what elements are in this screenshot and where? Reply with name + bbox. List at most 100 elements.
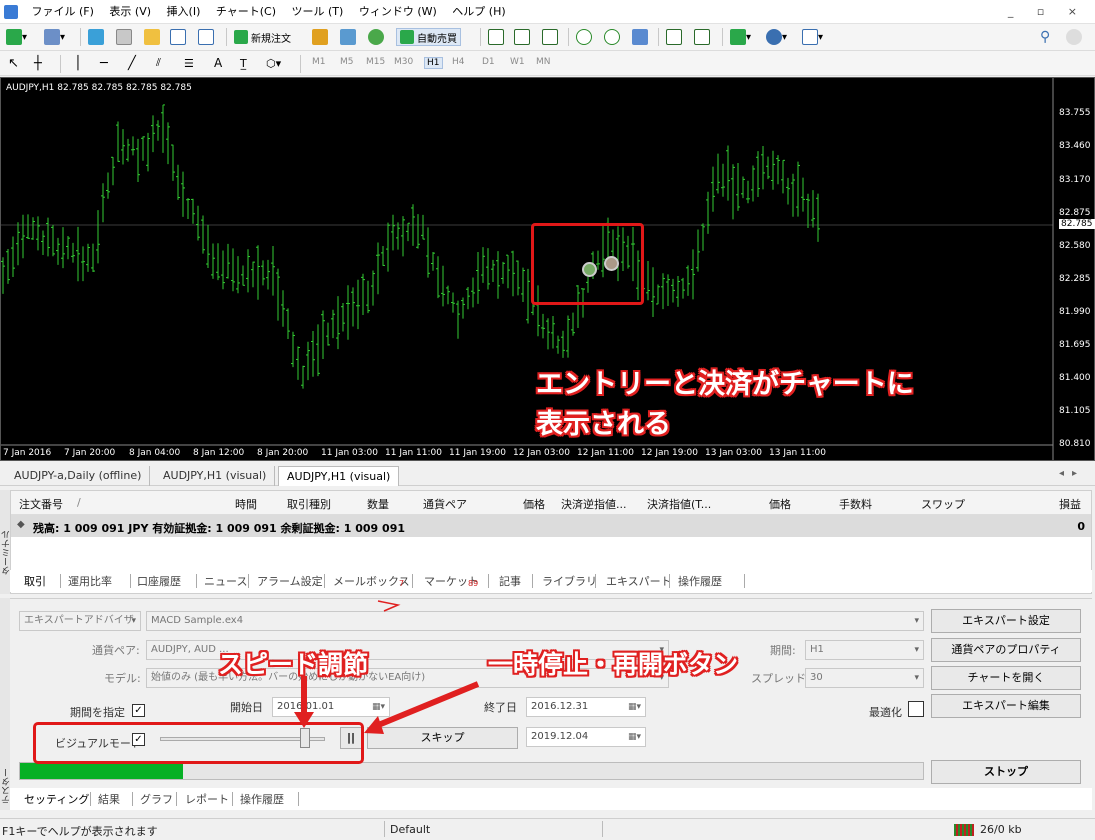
chat-icon[interactable] [1066,28,1082,46]
end-date-field[interactable]: 2016.12.31 ▦▾ [526,697,646,717]
expert-settings-button[interactable]: エキスパート設定 [931,609,1081,633]
skip-button[interactable]: スキップ [367,727,518,749]
auto-trade-button[interactable]: 自動売買 [396,28,461,46]
line-chart-icon[interactable] [542,28,558,46]
stop-button[interactable]: ストップ [931,760,1081,784]
skip-date-field[interactable]: 2019.12.04 ▦▾ [526,727,646,747]
menu-help[interactable]: ヘルプ (H) [446,0,511,24]
col-order[interactable]: 注文番号 [19,496,63,512]
tf-d1[interactable]: D1 [482,57,495,67]
tab-exposure[interactable]: 運用比率 [68,573,112,589]
data-window-icon[interactable] [116,28,132,46]
tab-audjpy-h1-visual-active[interactable]: AUDJPY,H1 (visual) [278,466,400,486]
cursor-icon[interactable]: ↖ [8,54,19,72]
profiles-icon[interactable]: ▾ [44,28,65,46]
navigator-icon[interactable] [144,28,160,46]
tab-results[interactable]: 結果 [98,791,120,807]
tab-settings[interactable]: セッティング [24,791,89,807]
tab-audjpy-daily[interactable]: AUDJPY-a,Daily (offline) [6,466,151,486]
col-profit[interactable]: 損益 [1059,496,1081,512]
vertical-line-icon[interactable]: │ [74,54,82,72]
col-tp[interactable]: 決済指値(T... [647,496,711,512]
col-price2[interactable]: 価格 [769,496,791,512]
minimize-button[interactable]: _ [1008,5,1024,18]
menu-window[interactable]: ウィンドウ (W) [353,0,443,24]
expert-edit-button[interactable]: エキスパート編集 [931,694,1081,718]
col-volume[interactable]: 数量 [367,496,389,512]
zoom-in-icon[interactable] [576,28,592,46]
calendar-icon[interactable]: ▦▾ [372,698,385,716]
bar-chart-icon[interactable] [488,28,504,46]
candle-chart-icon[interactable] [514,28,530,46]
market-watch-icon[interactable] [88,28,104,46]
indicators-icon[interactable]: ▾ [730,28,751,46]
signals-icon[interactable] [368,28,384,46]
col-time[interactable]: 時間 [235,496,257,512]
tester-type-select[interactable]: エキスパートアドバイザ ▾ [19,611,141,631]
tf-m5[interactable]: M5 [340,57,354,67]
start-date-field[interactable]: 2016.01.01 ▦▾ [272,697,390,717]
tab-audjpy-h1-visual[interactable]: AUDJPY,H1 (visual) [155,466,276,486]
symbol-properties-button[interactable]: 通貨ペアのプロパティ [931,638,1081,662]
calendar-icon[interactable]: ▦▾ [628,698,641,716]
tab-alerts[interactable]: アラーム設定 [257,573,323,589]
col-sl[interactable]: 決済逆指値... [561,496,627,512]
tab-journal[interactable]: 操作履歴 [240,791,284,807]
fibonacci-icon[interactable]: ☰ [184,54,194,72]
col-swap[interactable]: スワップ [921,496,965,512]
tab-news[interactable]: ニュース [204,573,247,589]
tab-trade[interactable]: 取引 [24,573,46,589]
tf-m1[interactable]: M1 [312,57,326,67]
chart-shift-icon[interactable] [666,28,682,46]
period-select[interactable]: H1 ▾ [805,640,924,660]
search-icon[interactable]: ⚲ [1040,28,1050,46]
tab-journal[interactable]: 操作履歴 [678,573,722,589]
tf-mn[interactable]: MN [536,57,551,67]
shapes-icon[interactable]: ⬡▾ [266,54,281,72]
tab-articles[interactable]: 記事 [499,573,521,589]
tab-report[interactable]: レポート [185,791,229,807]
col-price[interactable]: 価格 [523,496,545,512]
autoscroll-icon[interactable] [694,28,710,46]
menu-file[interactable]: ファイル (F) [26,0,100,24]
menu-insert[interactable]: 挿入(I) [161,0,207,24]
new-chart-icon[interactable]: ▾ [6,28,27,46]
menu-chart[interactable]: チャート(C) [210,0,282,24]
open-chart-button[interactable]: チャートを開く [931,666,1081,690]
menu-tools[interactable]: ツール (T) [286,0,350,24]
tab-experts[interactable]: エキスパート [606,573,672,589]
col-commission[interactable]: 手数料 [839,496,872,512]
close-button[interactable]: × [1068,5,1087,18]
tf-h4[interactable]: H4 [452,57,465,67]
tf-m30[interactable]: M30 [394,57,413,67]
col-symbol[interactable]: 通貨ペア [423,496,467,512]
terminal-icon[interactable] [170,28,186,46]
equidistant-channel-icon[interactable]: ⫽ [156,54,161,72]
tab-history[interactable]: 口座履歴 [137,573,181,589]
tester-icon[interactable] [198,28,214,46]
horizontal-line-icon[interactable]: ─ [100,54,108,72]
templates-icon[interactable]: ▾ [802,28,823,46]
tf-w1[interactable]: W1 [510,57,525,67]
col-type[interactable]: 取引種別 [287,496,331,512]
tab-scroll-arrows[interactable]: ◂▸ [1059,468,1085,479]
tab-library[interactable]: ライブラリ [542,573,597,589]
ea-select[interactable]: MACD Sample.ex4 ▾ [146,611,924,631]
calendar-icon[interactable]: ▦▾ [628,728,641,746]
new-order-button[interactable]: 新規注文 [234,28,291,46]
restore-button[interactable]: ▫ [1037,5,1054,18]
tf-m15[interactable]: M15 [366,57,385,67]
optimization-checkbox[interactable] [908,701,924,717]
spread-select[interactable]: 30 ▾ [805,668,924,688]
crosshair-icon[interactable]: ┼ [34,54,42,72]
people-icon[interactable] [340,28,356,46]
meta-editor-icon[interactable] [312,28,328,46]
zoom-out-icon[interactable] [604,28,620,46]
tile-windows-icon[interactable] [632,28,648,46]
tab-graph[interactable]: グラフ [140,791,173,807]
tf-h1[interactable]: H1 [424,57,443,69]
trendline-icon[interactable]: ╱ [128,54,136,72]
menu-view[interactable]: 表示 (V) [103,0,157,24]
text-tool-icon[interactable]: A [214,54,222,72]
use-date-checkbox[interactable]: ✓ [132,704,145,717]
